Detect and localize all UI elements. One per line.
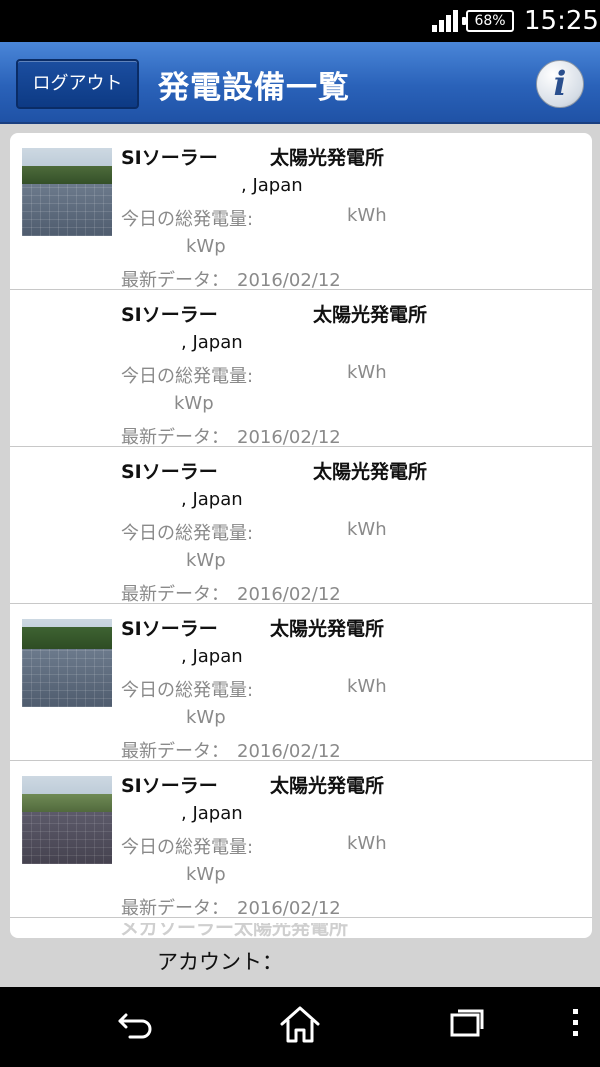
- capacity-unit: kWp: [174, 393, 214, 414]
- latest-label: 最新データ：: [121, 584, 229, 605]
- capacity-unit: kWp: [186, 236, 226, 257]
- generation-label: 今日の総発電量:: [121, 837, 254, 858]
- generation-label: 今日の総発電量:: [121, 209, 254, 230]
- facility-location: , Japan: [241, 175, 303, 196]
- generation-label: 今日の総発電量:: [121, 680, 254, 701]
- generation-unit: kWh: [347, 519, 387, 540]
- latest-label: 最新データ：: [121, 741, 229, 762]
- list-item[interactable]: SIソーラー 太陽光発電所 , Japan 今日の総発電量: kWh kWp 最…: [10, 604, 592, 763]
- overflow-menu-button[interactable]: [538, 1001, 598, 1053]
- generation-unit: kWh: [347, 676, 387, 697]
- capacity-unit: kWp: [186, 864, 226, 885]
- app-header: ログアウト 発電設備一覧 i: [0, 42, 600, 124]
- generation-unit: kWh: [347, 362, 387, 383]
- facility-thumbnail: [22, 619, 112, 707]
- facility-name: 太陽光発電所: [270, 147, 385, 169]
- recent-apps-icon: [450, 1009, 484, 1037]
- system-nav-bar: [0, 987, 600, 1067]
- latest-label: 最新データ：: [121, 270, 229, 291]
- latest-data: 最新データ： 2016/02/12: [121, 423, 341, 449]
- generation-unit: kWh: [347, 205, 387, 226]
- latest-date: 2016/02/12: [237, 584, 341, 605]
- facility-location: , Japan: [181, 803, 243, 824]
- latest-date: 2016/02/12: [237, 427, 341, 448]
- latest-date: 2016/02/12: [237, 898, 341, 919]
- facility-name: 太陽光発電所: [270, 775, 385, 797]
- facility-location: , Japan: [181, 646, 243, 667]
- generation-label: 今日の総発電量:: [121, 523, 254, 544]
- home-icon: [280, 1006, 320, 1043]
- facility-name: 太陽光発電所: [313, 461, 428, 483]
- list-item[interactable]: SIソーラー 太陽光発電所 , Japan 今日の総発電量: kWh kWp 最…: [10, 290, 592, 449]
- facility-name-prefix: SIソーラー: [121, 618, 218, 640]
- capacity-unit: kWp: [186, 550, 226, 571]
- logout-button[interactable]: ログアウト: [16, 59, 139, 109]
- capacity-unit: kWp: [186, 707, 226, 728]
- info-icon[interactable]: i: [536, 60, 584, 108]
- latest-date: 2016/02/12: [237, 741, 341, 762]
- clock: 15:25: [524, 6, 599, 36]
- partial-list-item[interactable]: メガソーラー太陽光発電所: [120, 923, 480, 938]
- generation-unit: kWh: [347, 833, 387, 854]
- list-item[interactable]: SIソーラー 太陽光発電所 , Japan 今日の総発電量: kWh kWp 最…: [10, 447, 592, 606]
- list-item[interactable]: SIソーラー 太陽光発電所 , Japan 今日の総発電量: kWh kWp 最…: [10, 133, 592, 292]
- facility-name: 太陽光発電所: [313, 304, 428, 326]
- status-bar: 68% 15:25: [0, 0, 600, 42]
- list-item[interactable]: SIソーラー 太陽光発電所 , Japan 今日の総発電量: kWh kWp 最…: [10, 761, 592, 920]
- latest-data: 最新データ： 2016/02/12: [121, 737, 341, 763]
- latest-data: 最新データ： 2016/02/12: [121, 580, 341, 606]
- latest-label: 最新データ：: [121, 898, 229, 919]
- recent-apps-button[interactable]: [436, 1001, 496, 1053]
- facility-thumbnail: [22, 776, 112, 864]
- facility-name-prefix: SIソーラー: [121, 461, 218, 483]
- battery-icon: 68%: [462, 10, 514, 32]
- facility-name-prefix: SIソーラー: [121, 304, 218, 326]
- facility-thumbnail: [22, 148, 112, 236]
- facility-list: SIソーラー 太陽光発電所 , Japan 今日の総発電量: kWh kWp 最…: [10, 133, 592, 938]
- latest-data: 最新データ： 2016/02/12: [121, 894, 341, 920]
- facility-location: , Japan: [181, 332, 243, 353]
- page-title: 発電設備一覧: [158, 70, 350, 106]
- content-area: SIソーラー 太陽光発電所 , Japan 今日の総発電量: kWh kWp 最…: [0, 124, 600, 987]
- home-button[interactable]: [270, 1001, 330, 1053]
- latest-label: 最新データ：: [121, 427, 229, 448]
- latest-date: 2016/02/12: [237, 270, 341, 291]
- account-label: アカウント：: [157, 950, 283, 974]
- signal-icon: [432, 10, 458, 32]
- battery-percent: 68%: [474, 13, 506, 29]
- generation-label: 今日の総発電量:: [121, 366, 254, 387]
- partial-item-text: メガソーラー太陽光発電所: [120, 923, 349, 938]
- back-icon: [118, 1013, 152, 1039]
- menu-icon: [573, 1009, 578, 1036]
- back-button[interactable]: [104, 1001, 164, 1053]
- facility-name-prefix: SIソーラー: [121, 775, 218, 797]
- facility-location: , Japan: [181, 489, 243, 510]
- facility-name-prefix: SIソーラー: [121, 147, 218, 169]
- facility-name: 太陽光発電所: [270, 618, 385, 640]
- latest-data: 最新データ： 2016/02/12: [121, 266, 341, 292]
